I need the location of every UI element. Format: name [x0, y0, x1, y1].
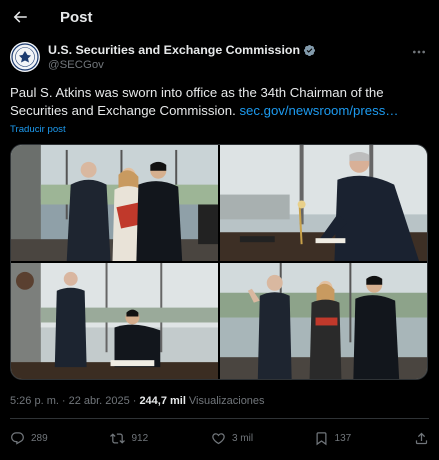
repost-icon [110, 432, 126, 444]
share-icon [415, 432, 428, 444]
photo-signing[interactable] [220, 145, 427, 261]
repost-count: 912 [131, 432, 149, 444]
view-count: 244,7 mil [139, 395, 186, 407]
back-arrow-icon [13, 11, 27, 23]
photo-handshake-image [11, 145, 218, 261]
verified-badge-icon[interactable] [303, 44, 316, 57]
divider [10, 418, 429, 419]
author-handle[interactable]: @SECGov [48, 59, 316, 71]
photo-signing-image [220, 145, 427, 261]
reply-button[interactable]: 289 [10, 431, 50, 446]
photo-oath-image [220, 263, 427, 379]
share-button[interactable] [414, 431, 429, 446]
reply-count: 289 [31, 432, 48, 444]
post-time[interactable]: 5:26 p. m. [10, 395, 59, 407]
post-meta: 5:26 p. m. · 22 abr. 2025 · 244,7 mil Vi… [10, 395, 265, 407]
bookmark-button[interactable]: 137 [314, 431, 354, 446]
meta-separator: · [132, 395, 137, 407]
author-name-row: U.S. Securities and Exchange Commission [48, 43, 316, 57]
post-header: Post [0, 0, 439, 34]
reply-icon [11, 431, 24, 445]
author-info: U.S. Securities and Exchange Commission … [48, 43, 316, 71]
author-name[interactable]: U.S. Securities and Exchange Commission [48, 43, 300, 57]
post-text: Paul S. Atkins was sworn into office as … [10, 84, 427, 120]
photo-seated-signing[interactable] [11, 263, 218, 379]
more-options-icon [413, 50, 425, 54]
page-title: Post [60, 8, 93, 26]
post-link[interactable]: sec.gov/newsroom/press… [239, 103, 398, 118]
avatar[interactable] [10, 42, 40, 72]
more-options-button[interactable] [409, 44, 429, 60]
bookmark-count: 137 [334, 432, 352, 444]
photo-oath[interactable] [220, 263, 427, 379]
meta-separator: · [61, 395, 66, 407]
views-label: Visualizaciones [188, 395, 265, 407]
like-icon [212, 432, 225, 444]
translate-link[interactable]: Traducir post [10, 124, 66, 135]
photo-seated-signing-image [11, 263, 218, 379]
photo-grid [10, 144, 428, 380]
repost-button[interactable]: 912 [110, 431, 150, 446]
like-button[interactable]: 3 mil [211, 431, 253, 446]
back-button[interactable] [10, 7, 30, 27]
post-date[interactable]: 22 abr. 2025 [69, 395, 130, 407]
photo-handshake[interactable] [11, 145, 218, 261]
action-bar: 289 912 3 mil 137 [10, 426, 429, 450]
like-count: 3 mil [231, 432, 254, 444]
sec-seal-logo [11, 43, 39, 71]
bookmark-icon [316, 431, 327, 445]
author-block: U.S. Securities and Exchange Commission … [10, 42, 429, 76]
